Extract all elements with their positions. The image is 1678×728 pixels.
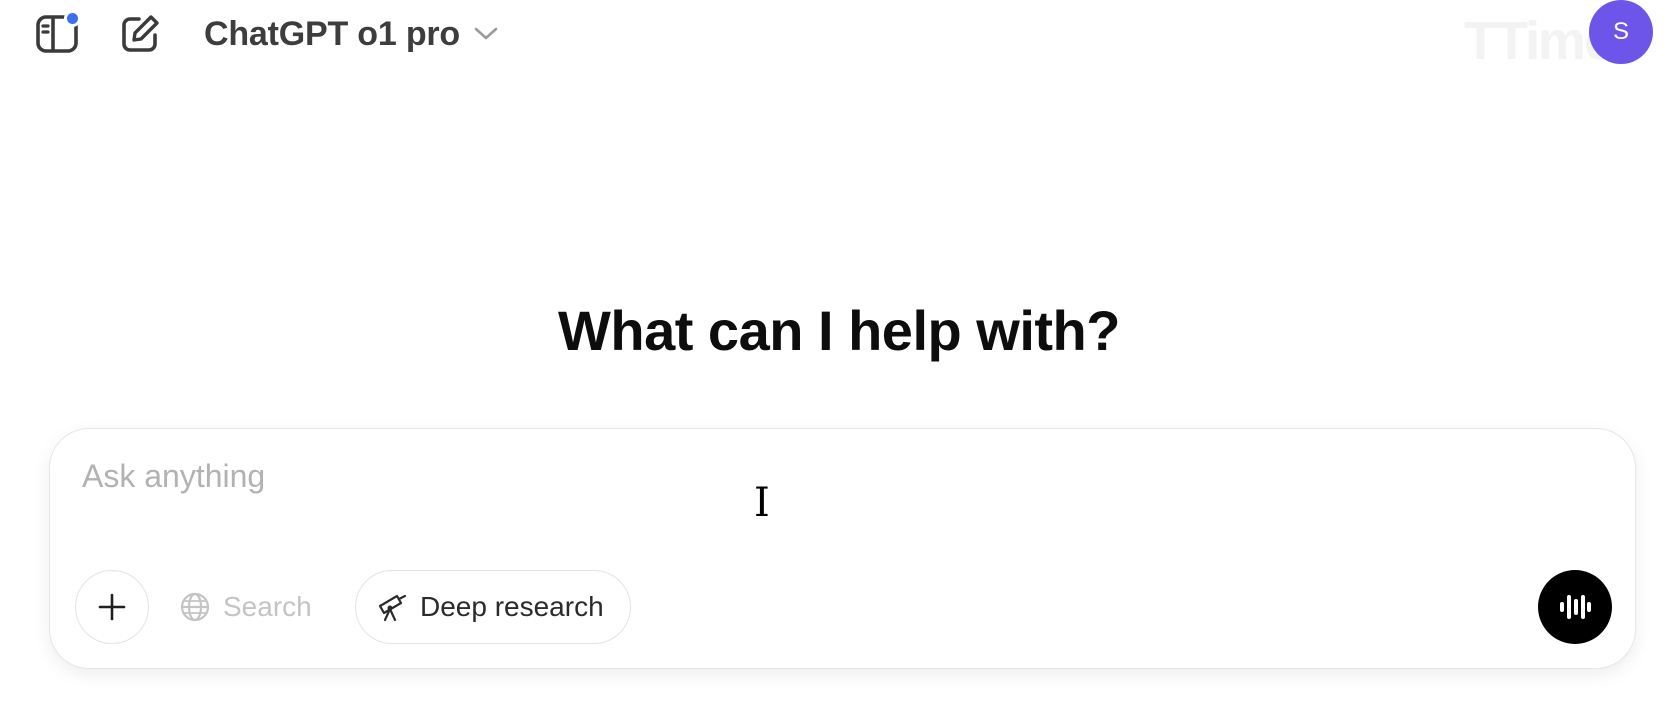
search-button[interactable]: Search	[173, 573, 318, 641]
attach-button[interactable]	[75, 570, 149, 644]
chatgpt-app: ChatGPT o1 pro TTimes S What can I help …	[0, 0, 1678, 728]
user-avatar[interactable]: S	[1589, 0, 1653, 64]
new-chat-button[interactable]	[114, 8, 166, 60]
telescope-icon	[378, 594, 407, 622]
globe-icon	[180, 592, 210, 622]
new-chat-edit-icon	[122, 15, 159, 52]
plus-icon	[98, 593, 126, 621]
search-label: Search	[223, 591, 312, 622]
page-heading: What can I help with?	[558, 299, 1120, 362]
model-selector[interactable]: ChatGPT o1 pro	[204, 12, 498, 56]
avatar-initial: S	[1612, 18, 1629, 45]
voice-mode-button[interactable]	[1538, 570, 1612, 644]
deep-research-label: Deep research	[420, 591, 604, 622]
deep-research-button[interactable]: Deep research	[355, 570, 631, 644]
voice-waveform-icon	[1560, 595, 1591, 619]
sidebar-toggle-button[interactable]	[31, 8, 83, 60]
chevron-down-icon	[474, 27, 498, 40]
model-name: ChatGPT o1 pro	[204, 14, 460, 53]
message-composer: I Search Deep resea	[49, 428, 1636, 669]
notification-dot	[64, 10, 81, 27]
prompt-input[interactable]	[82, 449, 1482, 503]
text-cursor-icon: I	[754, 480, 770, 526]
